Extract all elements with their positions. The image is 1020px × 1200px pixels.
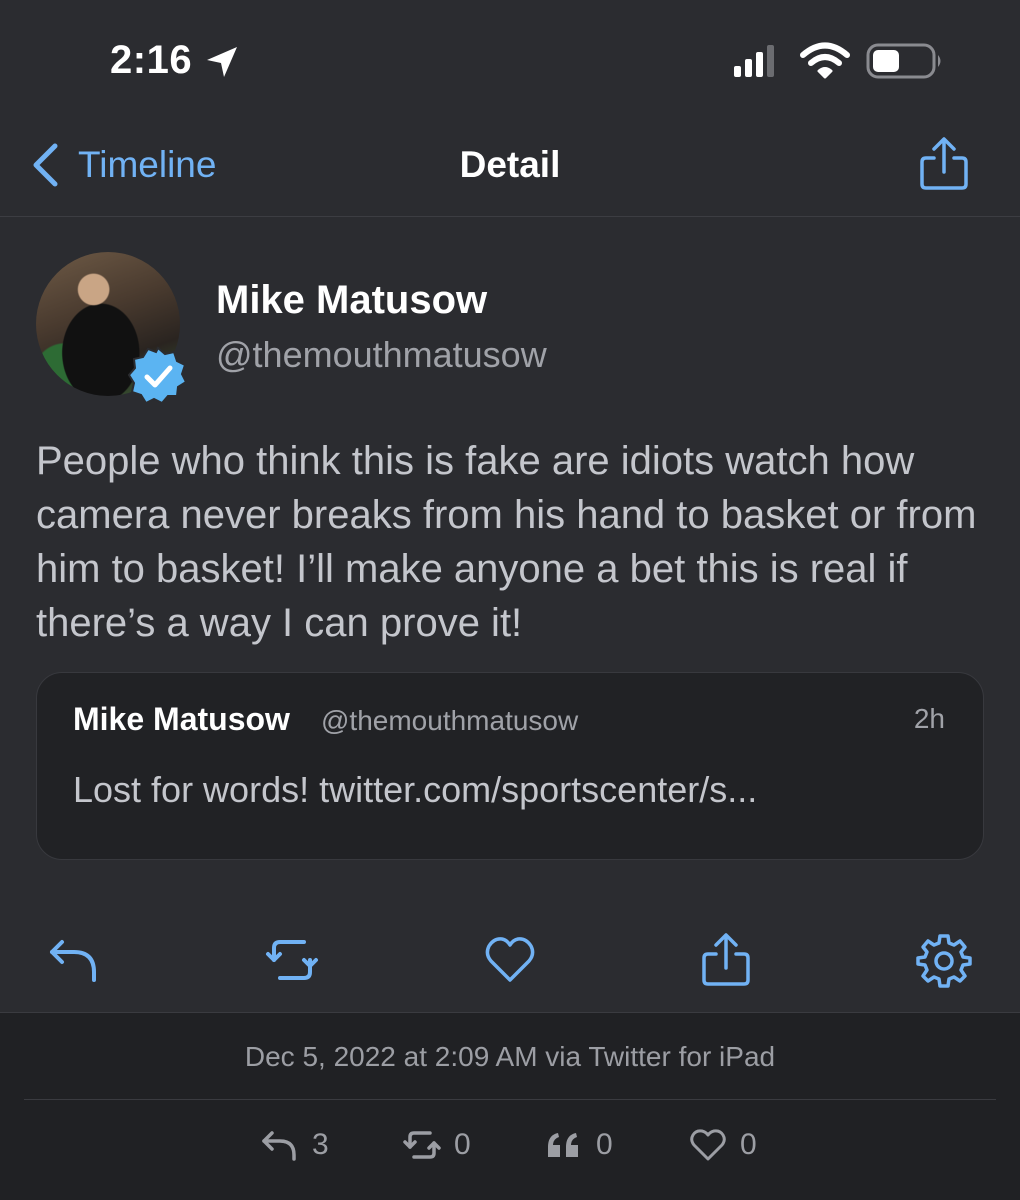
tweet-footer: Dec 5, 2022 at 2:09 AM via Twitter for i…: [0, 1012, 1020, 1200]
retweet-icon: [403, 1131, 441, 1159]
back-button[interactable]: Timeline: [30, 140, 216, 190]
gear-icon[interactable]: [916, 932, 972, 988]
chevron-left-icon: [33, 143, 58, 187]
share-icon[interactable]: [698, 932, 754, 988]
reply-icon[interactable]: [46, 932, 102, 988]
quoted-tweet-text[interactable]: Lost for words! twitter.com/sportscenter…: [73, 769, 757, 811]
reply-count-value: 3: [312, 1128, 329, 1161]
retweet-count-value: 0: [454, 1128, 471, 1161]
like-count[interactable]: 0: [688, 1125, 757, 1165]
like-count-value: 0: [740, 1128, 757, 1161]
quoted-author-name: Mike Matusow: [73, 701, 290, 737]
tweet-detail-screen: 2:16 Timeline Detail Mike Matusow @themo…: [0, 0, 1020, 1200]
navigation-bar: Timeline Detail: [0, 120, 1020, 217]
retweet-icon[interactable]: [264, 932, 320, 988]
tweet-text: People who think this is fake are idiots…: [36, 439, 977, 645]
author-handle[interactable]: @themouthmatusow: [216, 334, 547, 376]
quote-count[interactable]: 0: [544, 1125, 613, 1165]
like-icon[interactable]: [482, 932, 538, 988]
quoted-tweet-card[interactable]: Mike Matusow @themouthmatusow 2h Lost fo…: [36, 672, 984, 860]
cellular-signal-icon: [734, 45, 774, 77]
retweet-count[interactable]: 0: [402, 1125, 471, 1165]
wifi-icon: [800, 42, 850, 79]
battery-icon: [866, 43, 941, 79]
status-time: 2:16: [110, 38, 193, 82]
status-bar: 2:16: [0, 0, 1020, 120]
author-name[interactable]: Mike Matusow: [216, 278, 487, 323]
verified-badge-icon: [128, 346, 188, 405]
location-arrow-icon: [207, 47, 237, 77]
tweet-timestamp: Dec 5, 2022 at 2:09 AM via Twitter for i…: [244, 1041, 776, 1072]
reply-icon: [262, 1131, 296, 1161]
share-icon[interactable]: [916, 136, 972, 192]
quote-icon: [548, 1133, 578, 1157]
back-label: Timeline: [78, 144, 217, 185]
quoted-author-handle: @themouthmatusow: [321, 705, 579, 736]
quote-count-value: 0: [596, 1128, 613, 1161]
quoted-tweet-age: 2h: [913, 703, 945, 734]
reply-count[interactable]: 3: [260, 1125, 329, 1165]
like-icon: [690, 1129, 726, 1161]
divider: [24, 1099, 996, 1100]
